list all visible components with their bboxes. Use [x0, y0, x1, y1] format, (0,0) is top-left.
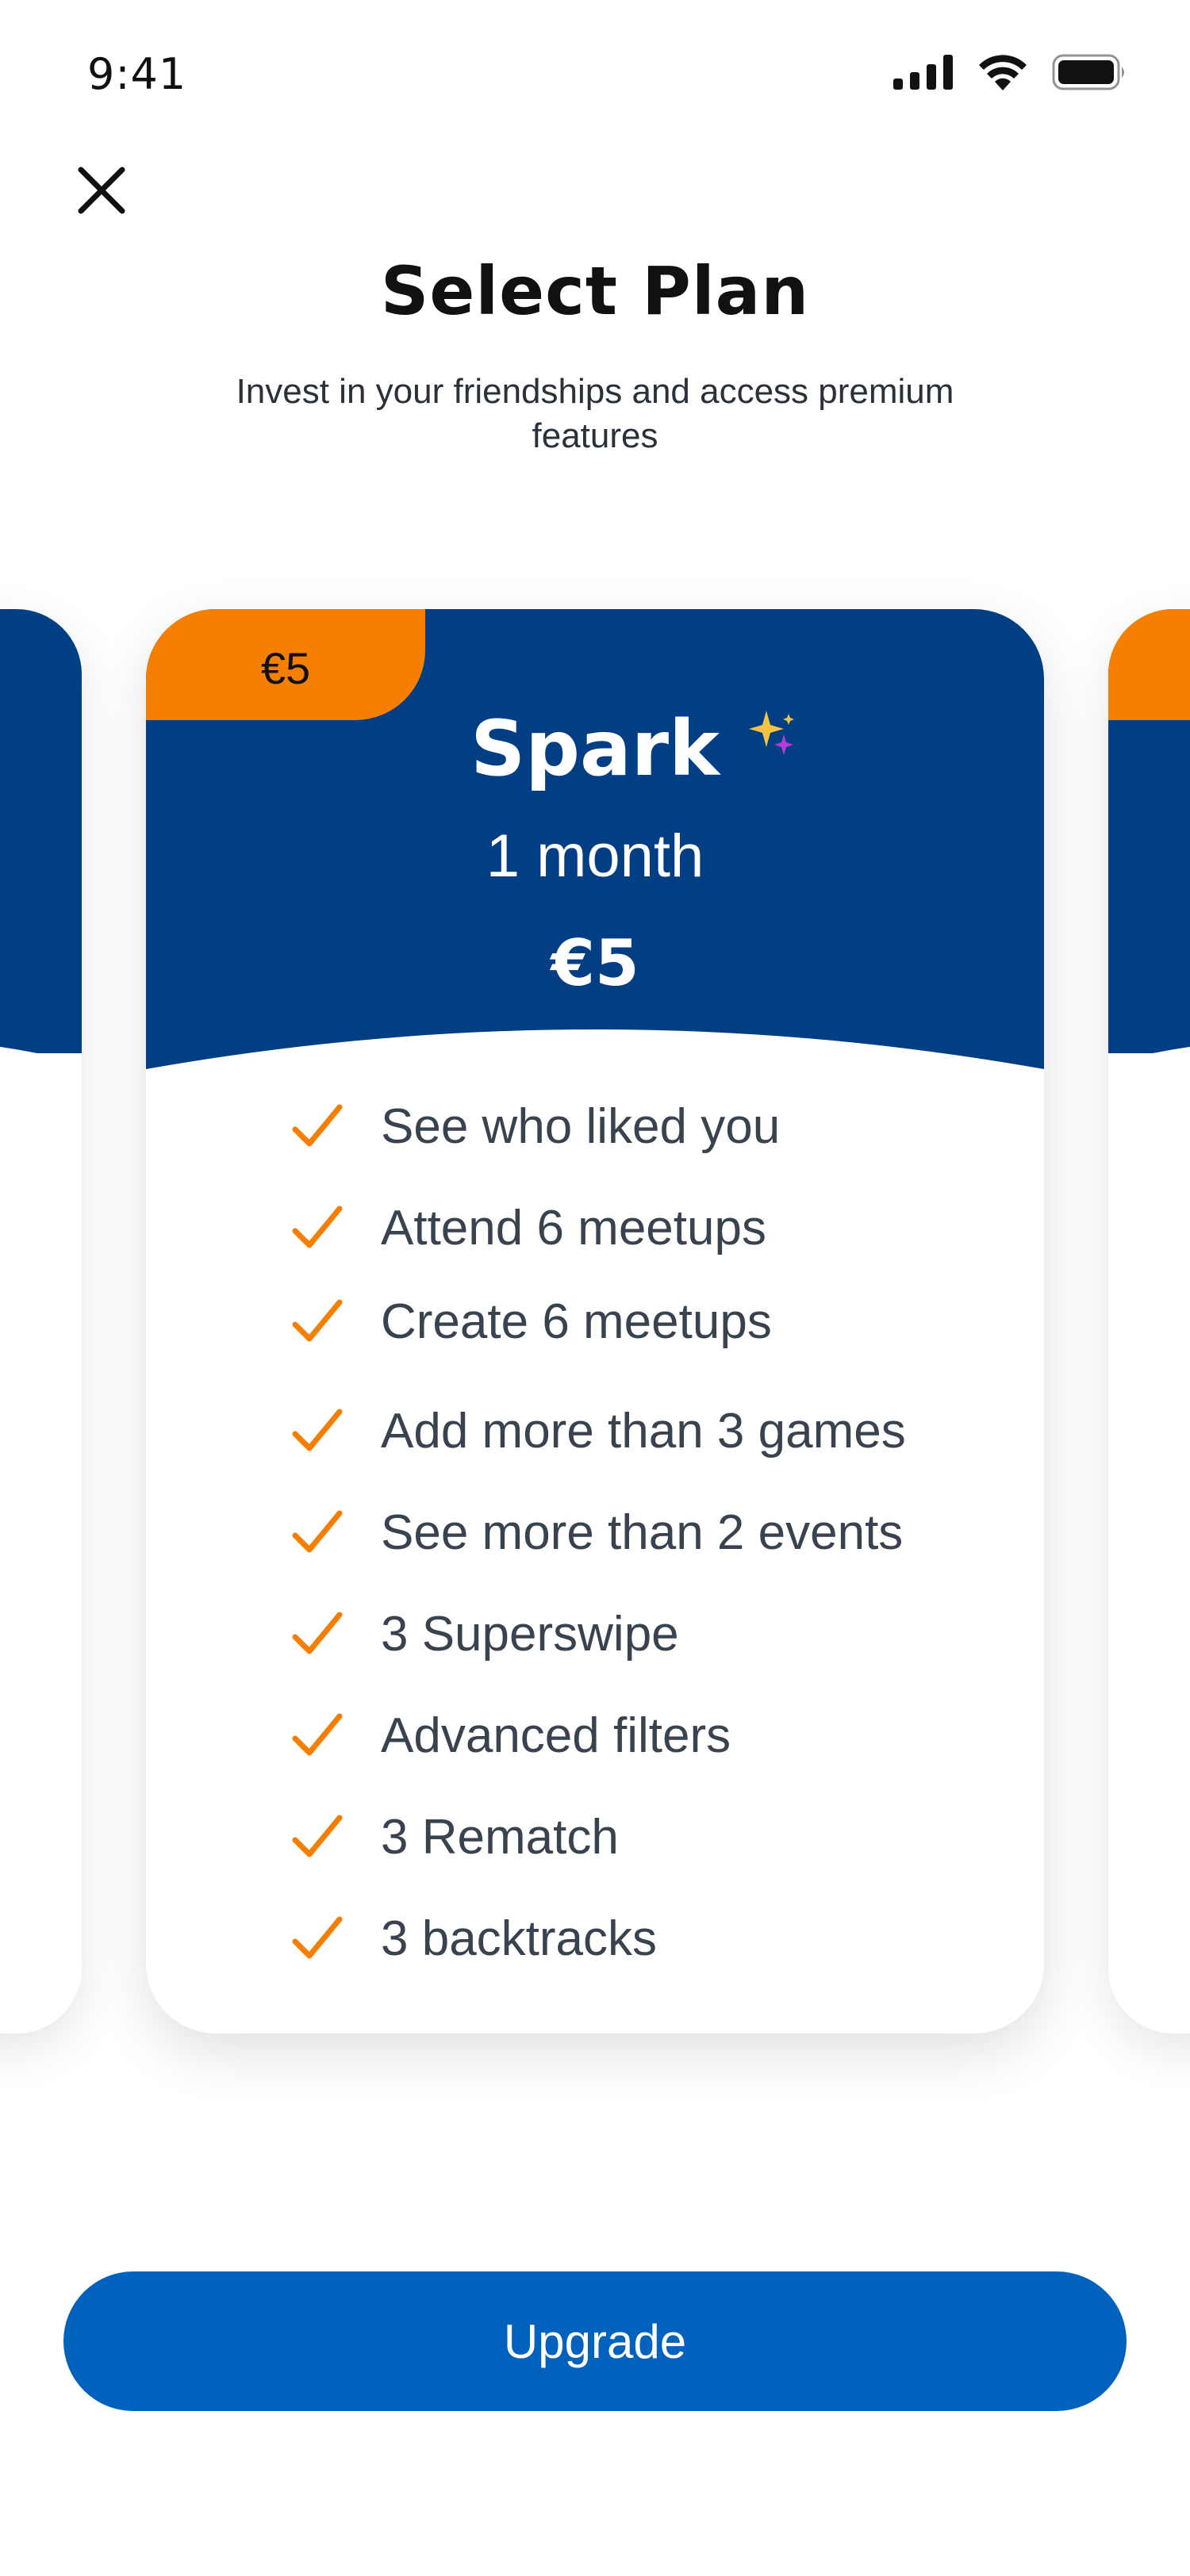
- previous-plan-card[interactable]: [0, 609, 82, 2034]
- feature-item: Create 6 meetups: [286, 1290, 772, 1353]
- feature-item: Add more than 3 games: [286, 1399, 906, 1462]
- feature-item: 3 backtracks: [286, 1907, 657, 1970]
- check-icon: [286, 1805, 349, 1869]
- feature-label: Add more than 3 games: [381, 1403, 906, 1459]
- feature-label: 3 Superswipe: [381, 1606, 679, 1662]
- feature-item: Advanced filters: [286, 1704, 731, 1767]
- check-icon: [286, 1399, 349, 1462]
- feature-item: Attend 6 meetups: [286, 1196, 766, 1259]
- battery-icon: [1052, 54, 1127, 94]
- close-icon: [78, 167, 125, 214]
- next-plan-card[interactable]: [1108, 609, 1190, 2034]
- check-icon: [286, 1602, 349, 1666]
- status-time: 9:41: [87, 49, 187, 99]
- plan-selection-screen: 9:41 Select Plan Invest in your friendsh…: [0, 0, 1190, 2576]
- feature-label: 3 Rematch: [381, 1809, 619, 1865]
- upgrade-button[interactable]: Upgrade: [63, 2271, 1127, 2411]
- feature-label: See who liked you: [381, 1098, 781, 1154]
- page-title: Select Plan: [380, 252, 810, 330]
- check-icon: [286, 1290, 349, 1353]
- wifi-icon: [977, 54, 1028, 94]
- price-badge: €5: [146, 609, 425, 720]
- page-subtitle: Invest in your friendships and access pr…: [236, 372, 954, 455]
- feature-label: Create 6 meetups: [381, 1294, 772, 1349]
- feature-label: 3 backtracks: [381, 1911, 658, 1966]
- sparkle-icon: [749, 711, 794, 755]
- check-icon: [286, 1704, 349, 1767]
- feature-label: Advanced filters: [381, 1708, 731, 1763]
- feature-item: See more than 2 events: [286, 1501, 903, 1564]
- cellular-signal-icon: [893, 55, 954, 94]
- plan-card[interactable]: €5 Spark 1 month €5 See who liked you At…: [146, 609, 1044, 2034]
- plan-duration: 1 month: [486, 822, 704, 890]
- check-icon: [286, 1907, 349, 1970]
- close-button[interactable]: [70, 159, 133, 222]
- plan-price: €5: [551, 926, 639, 1000]
- check-icon: [286, 1501, 349, 1564]
- status-icons: [893, 54, 1127, 94]
- feature-label: See more than 2 events: [381, 1505, 904, 1560]
- feature-item: 3 Rematch: [286, 1805, 619, 1869]
- feature-item: See who liked you: [286, 1094, 780, 1158]
- plan-name: Spark: [470, 704, 720, 793]
- check-icon: [286, 1094, 349, 1158]
- feature-item: 3 Superswipe: [286, 1602, 679, 1666]
- check-icon: [286, 1196, 349, 1259]
- feature-label: Attend 6 meetups: [381, 1200, 766, 1255]
